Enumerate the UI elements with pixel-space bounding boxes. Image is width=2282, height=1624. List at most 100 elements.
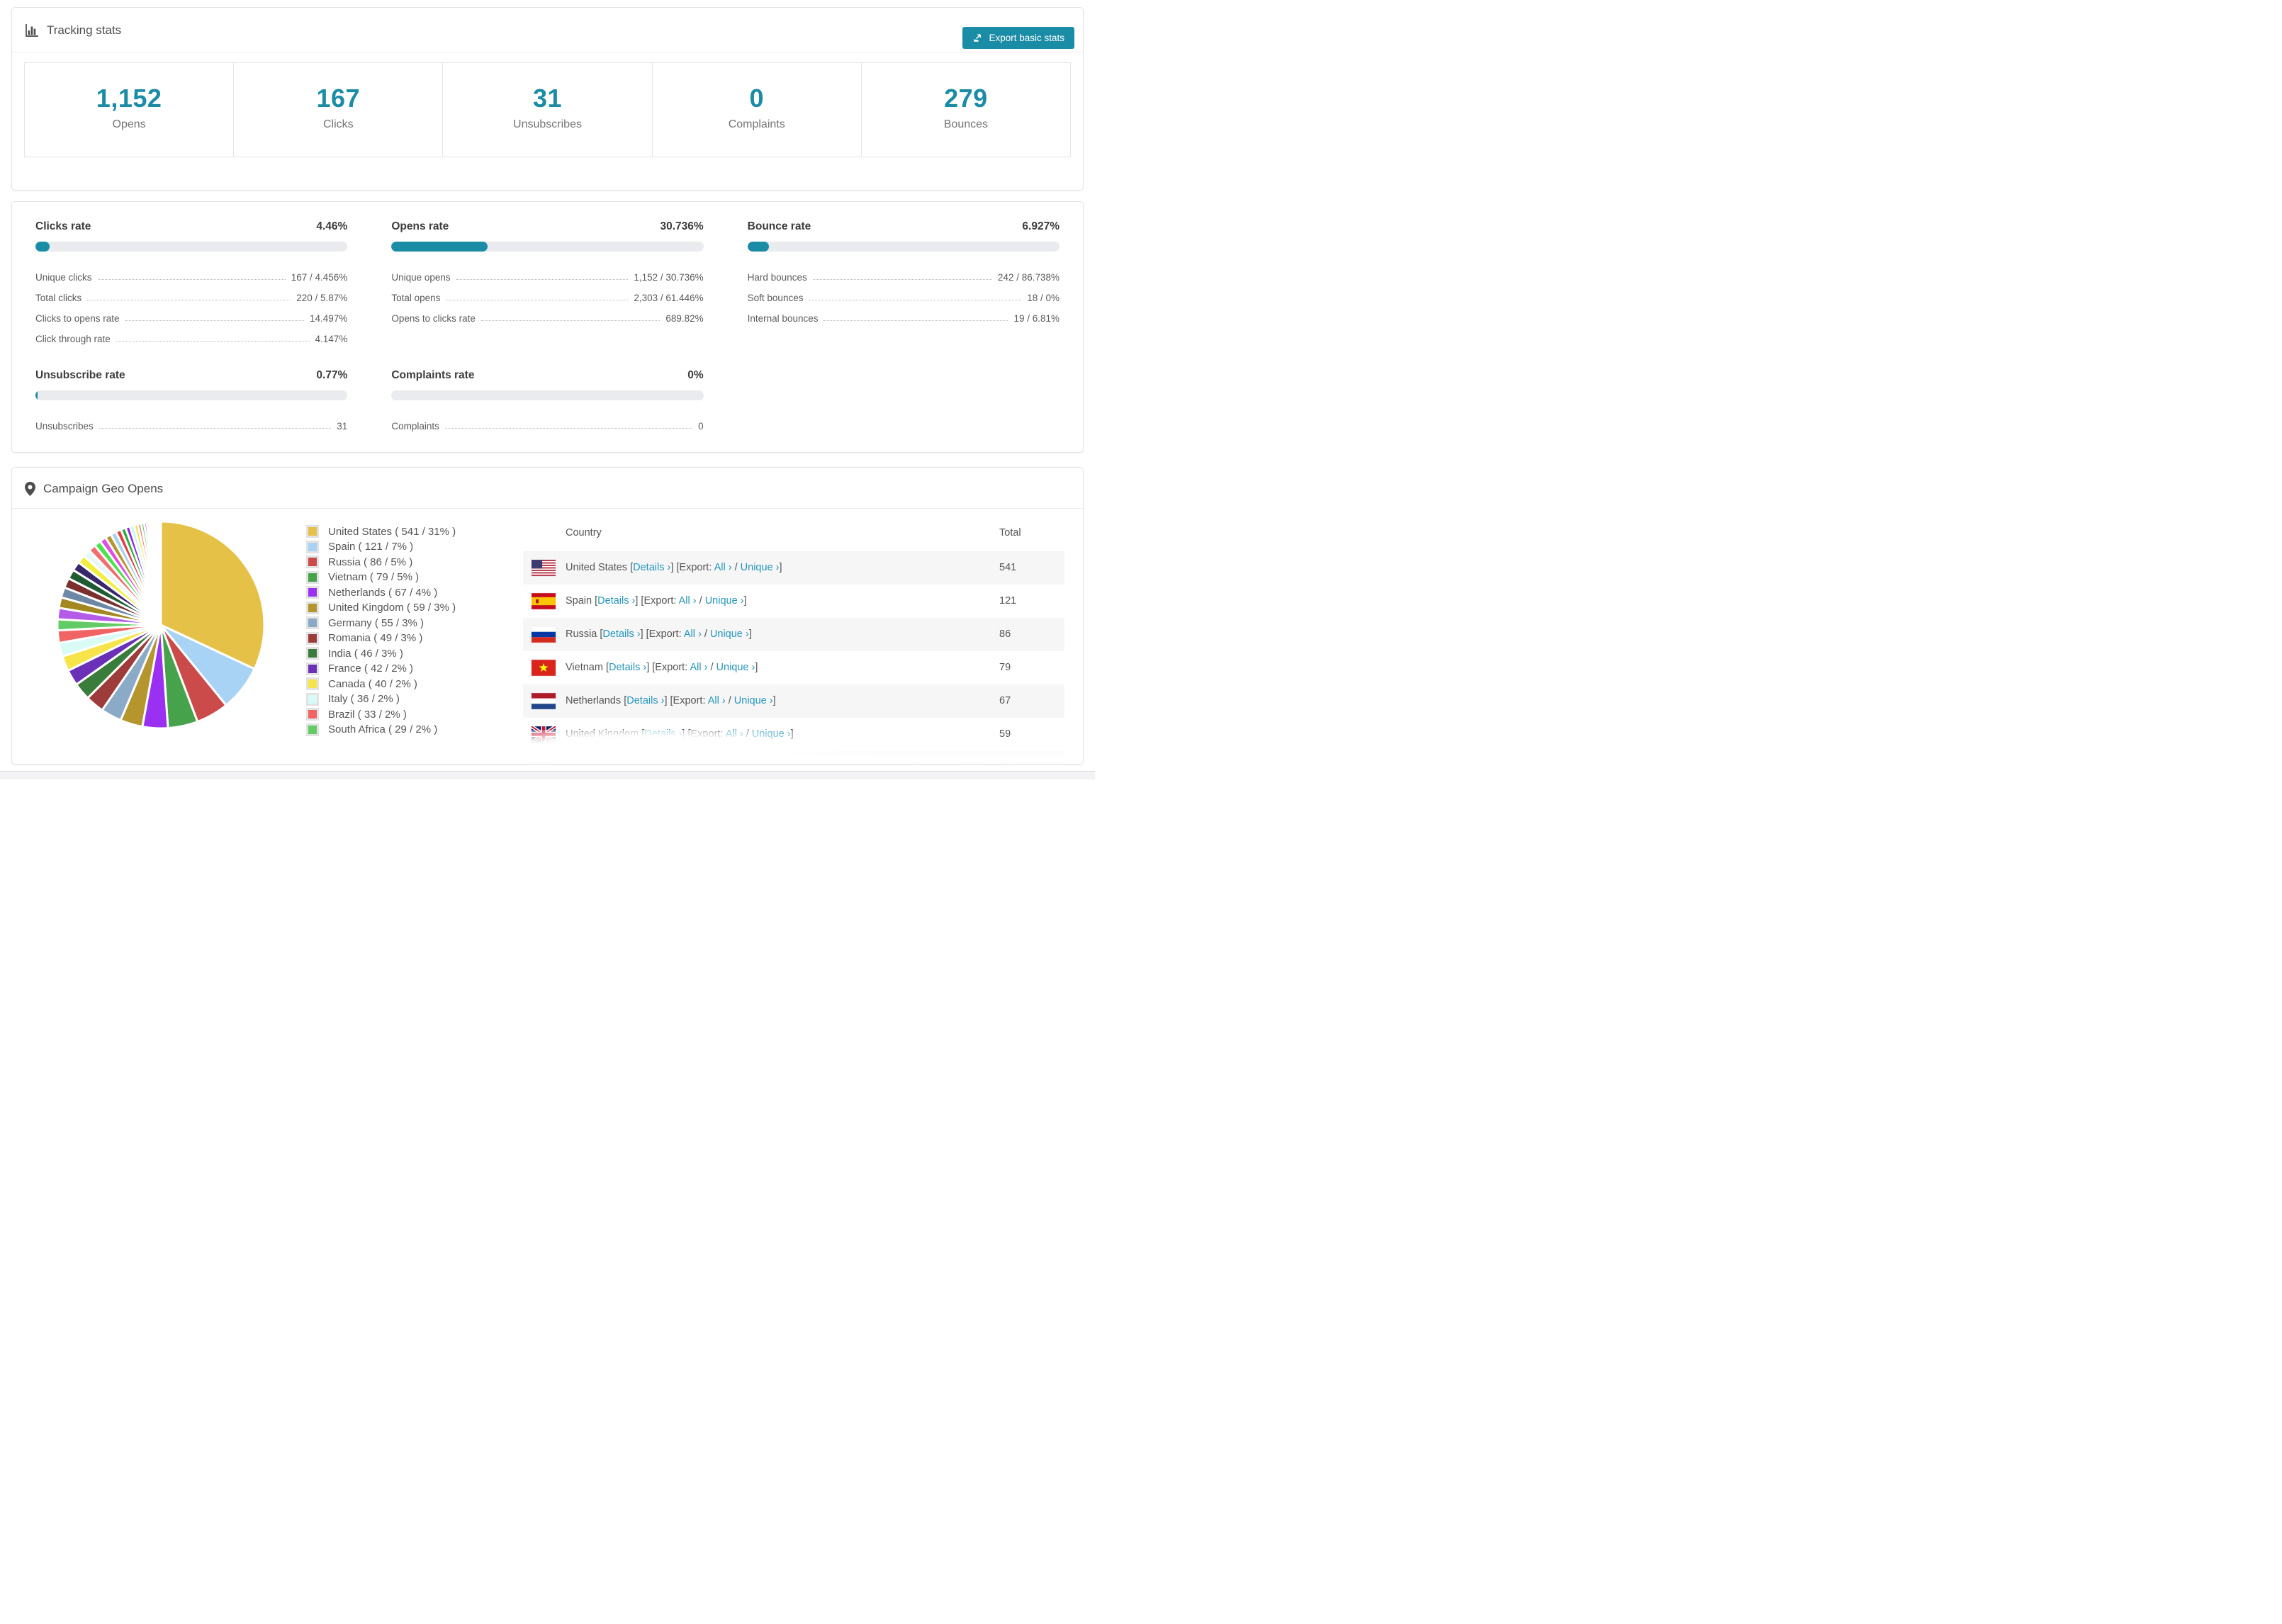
export-unique-link[interactable]: Unique › <box>716 662 755 673</box>
export-unique-link[interactable]: Unique › <box>705 595 744 607</box>
export-all-link[interactable]: All › <box>714 562 732 573</box>
legend-item[interactable]: Russia ( 86 / 5% ) <box>306 555 496 570</box>
rate-row-label: Unique clicks <box>35 271 92 283</box>
legend-item[interactable]: Netherlands ( 67 / 4% ) <box>306 585 496 601</box>
table-row-es: Spain [Details ›] [Export: All › / Uniqu… <box>523 585 1064 618</box>
unsubscribe-rate-progress <box>35 390 348 400</box>
unsubscribes-value: 31 <box>532 84 563 113</box>
dotted-leader <box>444 427 693 429</box>
rate-row-value: 19 / 6.81% <box>1013 312 1060 324</box>
geo-pie-chart[interactable] <box>55 519 267 731</box>
details-link[interactable]: Details › <box>614 762 651 764</box>
geo-opens-header: Campaign Geo Opens <box>12 468 1083 509</box>
tracking-stats-title: Tracking stats <box>47 23 122 37</box>
legend-item[interactable]: Brazil ( 33 / 2% ) <box>306 707 496 723</box>
geo-legend: United States ( 541 / 31% ) Spain ( 121 /… <box>306 524 496 764</box>
legend-label: Brazil ( 33 / 2% ) <box>328 708 407 721</box>
opens-label: Opens <box>112 118 146 130</box>
export-all-link[interactable]: All › <box>684 628 702 640</box>
export-unique-link[interactable]: Unique › <box>734 695 773 706</box>
rates-grid-spacer <box>748 369 1060 432</box>
geo-body: United States ( 541 / 31% ) Spain ( 121 /… <box>12 509 1083 764</box>
country-total: 67 <box>999 695 1011 707</box>
geo-opens-card: Campaign Geo Opens United States ( 541 /… <box>11 466 1084 765</box>
export-unique-link[interactable]: Unique › <box>721 762 760 764</box>
export-basic-stats-button[interactable]: Export basic stats <box>962 27 1074 49</box>
rate-row-label: Unique opens <box>391 271 451 283</box>
country-name: Vietnam <box>566 662 603 674</box>
export-label: Export: <box>679 562 712 574</box>
complaints-rate-block: Complaints rate 0% Complaints 0 <box>391 369 704 432</box>
rate-detail-row: Unique clicks 167 / 4.456% <box>35 263 347 283</box>
dotted-leader <box>812 278 992 280</box>
us-flag-icon <box>532 559 556 576</box>
details-link[interactable]: Details › <box>644 728 682 740</box>
pie-slice[interactable] <box>159 520 162 625</box>
stat-bounces: 279 Bounces <box>860 63 1070 157</box>
stat-clicks: 167 Clicks <box>233 63 442 157</box>
table-row-vn: Vietnam [Details ›] [Export: All › / Uni… <box>523 651 1064 684</box>
export-unique-link[interactable]: Unique › <box>752 728 791 740</box>
legend-item[interactable]: France ( 42 / 2% ) <box>306 661 496 677</box>
details-link[interactable]: Details › <box>633 562 670 573</box>
legend-swatch <box>306 708 319 721</box>
country-name: Netherlands <box>566 695 622 707</box>
rate-detail-row: Opens to clicks rate 689.82% <box>391 304 703 325</box>
rate-row-label: Complaints <box>391 420 439 432</box>
export-all-link[interactable]: All › <box>690 662 707 673</box>
map-pin-icon <box>25 481 35 496</box>
rate-detail-row: Unsubscribes 31 <box>35 412 347 432</box>
complaints-label: Complaints <box>728 118 785 130</box>
rate-row-value: 14.497% <box>310 312 348 324</box>
legend-swatch <box>306 570 319 584</box>
export-unique-link[interactable]: Unique › <box>710 628 749 640</box>
rate-detail-row: Hard bounces 242 / 86.738% <box>748 263 1060 283</box>
legend-item[interactable]: Romania ( 49 / 3% ) <box>306 631 496 646</box>
gb-flag-icon <box>532 726 556 743</box>
rate-row-label: Hard bounces <box>747 271 807 283</box>
export-all-link[interactable]: All › <box>708 695 726 706</box>
export-unique-link[interactable]: Unique › <box>741 562 780 573</box>
legend-label: Italy ( 36 / 2% ) <box>328 693 400 706</box>
complaints-value: 0 <box>749 84 764 113</box>
legend-label: France ( 42 / 2% ) <box>328 662 414 675</box>
rate-row-label: Internal bounces <box>747 312 819 324</box>
details-link[interactable]: Details › <box>609 662 646 673</box>
export-all-link[interactable]: All › <box>679 595 697 607</box>
rate-row-value: 167 / 4.456% <box>291 271 348 283</box>
legend-item[interactable]: Vietnam ( 79 / 5% ) <box>306 570 496 585</box>
rate-row-value: 4.147% <box>315 333 348 344</box>
legend-swatch <box>306 723 319 736</box>
rate-row-value: 242 / 86.738% <box>997 271 1060 283</box>
details-link[interactable]: Details › <box>626 695 664 706</box>
details-link[interactable]: Details › <box>597 595 635 607</box>
legend-item[interactable]: South Africa ( 29 / 2% ) <box>306 722 496 738</box>
rate-row-label: Soft bounces <box>747 292 804 303</box>
details-link[interactable]: Details › <box>602 628 640 640</box>
country-name: Spain <box>566 595 592 607</box>
legend-item[interactable]: Spain ( 121 / 7% ) <box>306 539 496 555</box>
table-row-ru: Russia [Details ›] [Export: All › / Uniq… <box>523 617 1064 651</box>
ru-flag-icon <box>532 626 556 643</box>
legend-item[interactable]: Germany ( 55 / 3% ) <box>306 616 496 631</box>
clicks-rate-title: Clicks rate <box>35 220 91 232</box>
legend-item[interactable]: United States ( 541 / 31% ) <box>306 524 496 540</box>
country-total: 79 <box>999 662 1011 674</box>
legend-item[interactable]: India ( 46 / 3% ) <box>306 646 496 662</box>
bounces-label: Bounces <box>943 118 989 130</box>
rate-row-value: 689.82% <box>665 312 704 324</box>
stat-complaints: 0 Complaints <box>651 63 861 157</box>
legend-swatch <box>306 601 319 614</box>
opens-rate-block: Opens rate 30.736% Unique opens 1,152 / 3… <box>391 220 704 345</box>
export-all-link[interactable]: All › <box>726 728 743 740</box>
legend-label: Spain ( 121 / 7% ) <box>328 541 414 553</box>
geo-table-rows: United States [Details ›] [Export: All ›… <box>523 551 1064 764</box>
rate-row-value: 220 / 5.87% <box>296 292 348 303</box>
legend-item[interactable]: Italy ( 36 / 2% ) <box>306 692 496 707</box>
rate-detail-row: Click through rate 4.147% <box>35 325 347 345</box>
bounce-rate-block: Bounce rate 6.927% Hard bounces 242 / 86.… <box>747 220 1060 345</box>
legend-label: Germany ( 55 / 3% ) <box>328 616 425 629</box>
legend-item[interactable]: Canada ( 40 / 2% ) <box>306 677 496 692</box>
export-all-link[interactable]: All › <box>695 762 712 764</box>
legend-item[interactable]: United Kingdom ( 59 / 3% ) <box>306 600 496 616</box>
